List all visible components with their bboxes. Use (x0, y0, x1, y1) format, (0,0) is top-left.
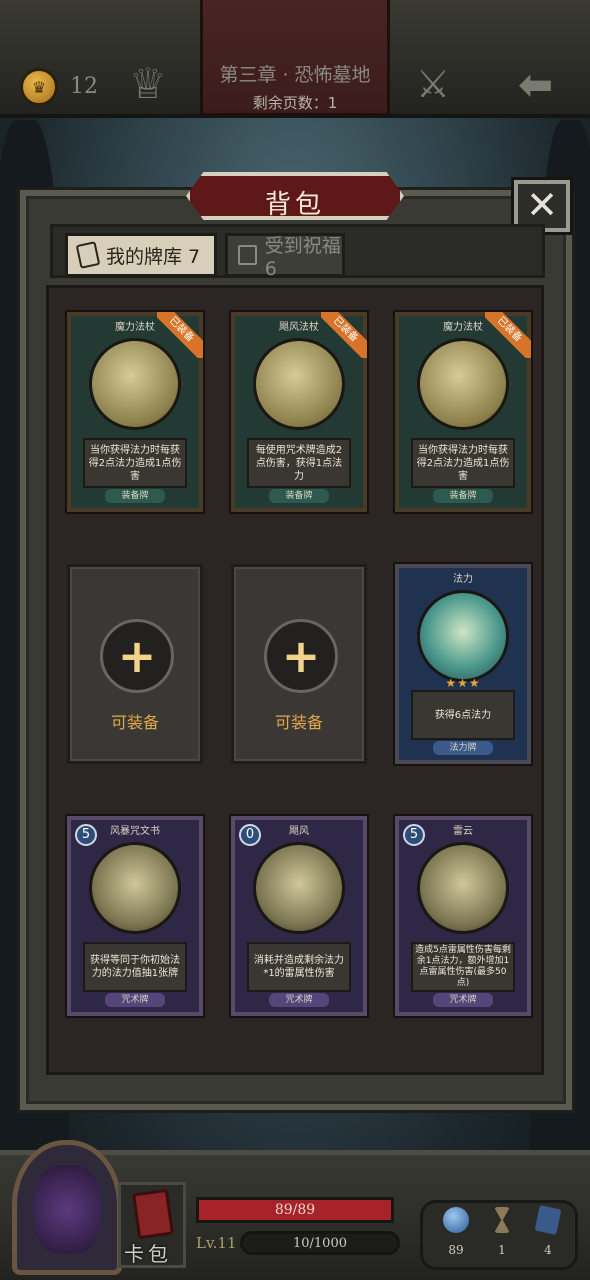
resource-value: 89 (448, 1243, 464, 1257)
resource-value: 1 (498, 1243, 506, 1257)
star-rating: ★★★ (445, 676, 481, 690)
card-desc: 当你获得法力时每获得2点法力造成1点伤害 (411, 438, 515, 488)
card-name: 风暴咒文书 (110, 826, 160, 837)
card-item[interactable]: 魔力法杖 当你获得法力时每获得2点法力造成1点伤害 装备牌 已装备 (395, 312, 531, 512)
chapter-title: 第三章 · 恐怖墓地 (219, 64, 371, 86)
empty-equip-slot[interactable]: + 可装备 (231, 564, 367, 764)
crown-icon[interactable]: ♕ (126, 60, 170, 108)
card-icon (75, 241, 101, 269)
equipped-badge: 已装备 (157, 312, 203, 358)
card-item[interactable]: 5 雷云 造成5点雷属性伤害每剩余1点法力，额外增加1点雷属性伤害(最多50点)… (395, 816, 531, 1016)
back-arrow-icon[interactable]: ⬅ (518, 60, 553, 109)
plus-icon: + (264, 619, 338, 693)
thundercloud-art-icon (417, 842, 509, 934)
mana-art-icon (417, 590, 509, 682)
hp-bar: 89/89 (196, 1197, 394, 1223)
gift-icon (238, 245, 257, 265)
card-desc: 当你获得法力时每获得2点法力造成1点伤害 (83, 438, 187, 488)
tornado-art-icon (253, 842, 345, 934)
resource-turns: 1 (479, 1207, 525, 1257)
card-desc: 每使用咒术牌造成2点伤害，获得1点法力 (247, 438, 351, 488)
card-grid: 魔力法杖 当你获得法力时每获得2点法力造成1点伤害 装备牌 已装备 飓风法杖 每… (46, 285, 544, 1075)
dialog-title-banner: 背包 (186, 172, 404, 220)
tab-my-deck[interactable]: 我的牌库 7 (65, 233, 217, 277)
card-name: 法力 (453, 574, 473, 585)
hourglass-icon (494, 1207, 510, 1233)
card-item[interactable]: 飓风法杖 每使用咒术牌造成2点伤害，获得1点法力 装备牌 已装备 (231, 312, 367, 512)
card-name: 雷云 (453, 826, 473, 837)
resource-mana: 89 (433, 1207, 479, 1257)
slot-label: 可装备 (110, 713, 159, 732)
book-icon (131, 1188, 175, 1240)
level-label: Lv.11 (196, 1234, 237, 1252)
tab-bar: 我的牌库 7 受到祝福 6 (50, 224, 545, 280)
card-type: 咒术牌 (269, 993, 329, 1007)
slot-label: 可装备 (274, 713, 323, 732)
card-desc: 消耗并造成剩余法力*1的雷属性伤害 (247, 942, 351, 992)
card-item[interactable]: 法力 ★★★ 获得6点法力 法力牌 (395, 564, 531, 764)
empty-equip-slot[interactable]: + 可装备 (67, 564, 203, 764)
tab-label: 我的牌库 7 (106, 245, 201, 268)
card-type: 装备牌 (269, 489, 329, 503)
resource-panel[interactable]: 89 1 4 (420, 1200, 578, 1270)
tab-label: 受到祝福 6 (264, 234, 341, 280)
card-item[interactable]: 0 飓风 消耗并造成剩余法力*1的雷属性伤害 咒术牌 (231, 816, 367, 1016)
card-type: 法力牌 (433, 741, 493, 755)
xp-bar: 10/1000 (240, 1231, 400, 1255)
card-name: 飓风 (289, 826, 309, 837)
card-item[interactable]: 5 风暴咒文书 获得等同于你初始法力的法力值抽1张牌 咒术牌 (67, 816, 203, 1016)
dialog-title: 背包 (264, 190, 325, 220)
spellbook-art-icon (89, 842, 181, 934)
deck-label: 卡包 (124, 1242, 172, 1266)
card-desc: 获得6点法力 (411, 690, 515, 740)
resource-cards: 4 (525, 1204, 571, 1257)
sword-icon[interactable]: ⚔ (416, 62, 450, 106)
equipped-badge: 已装备 (321, 312, 367, 358)
xp-text: 10/1000 (292, 1236, 347, 1251)
card-desc: 造成5点雷属性伤害每剩余1点法力，额外增加1点雷属性伤害(最多50点) (411, 942, 515, 992)
equipped-badge: 已装备 (485, 312, 531, 358)
coin-icon: ♛ (20, 68, 58, 106)
chapter-banner: 第三章 · 恐怖墓地 剩余页数：1 (200, 0, 390, 116)
hero-portrait[interactable] (12, 1140, 122, 1275)
tab-blessings[interactable]: 受到祝福 6 (225, 233, 345, 280)
coin-count: 12 (70, 74, 98, 99)
resource-value: 4 (544, 1243, 552, 1257)
top-bar: ♛ 12 ♕ 第三章 · 恐怖墓地 剩余页数：1 ⚔ ⬅ (0, 0, 590, 118)
plus-icon: + (100, 619, 174, 693)
card-type: 咒术牌 (433, 993, 493, 1007)
card-type: 装备牌 (433, 489, 493, 503)
hp-text: 89/89 (274, 1202, 316, 1218)
cards-icon (534, 1204, 562, 1236)
card-desc: 获得等同于你初始法力的法力值抽1张牌 (83, 942, 187, 992)
card-item[interactable]: 魔力法杖 当你获得法力时每获得2点法力造成1点伤害 装备牌 已装备 (67, 312, 203, 512)
card-type: 咒术牌 (105, 993, 165, 1007)
pages-left: 剩余页数：1 (252, 94, 338, 112)
card-type: 装备牌 (105, 489, 165, 503)
mana-orb-icon (443, 1207, 469, 1233)
hero-avatar (33, 1165, 101, 1254)
